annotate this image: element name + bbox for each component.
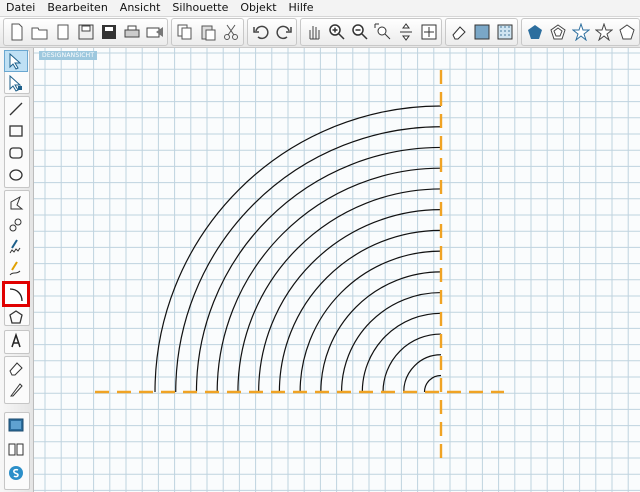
arc-shape [423,374,442,393]
arc-shape [382,333,442,393]
main-toolbar [0,17,640,48]
fit-to-page-icon[interactable] [418,21,440,43]
canvas-drawing[interactable] [34,48,640,492]
fill-tools [445,18,518,46]
arc-shape [320,271,442,393]
sun-star-icon[interactable] [593,21,615,43]
shape-tools [521,18,640,46]
zoom-in-icon[interactable] [326,21,348,43]
menu-datei[interactable]: Datei [0,0,41,16]
freehand-tool-icon[interactable] [4,236,28,258]
open-file-icon[interactable] [52,21,74,43]
send-to-silhouette-icon[interactable] [144,21,166,43]
arc-shape [154,105,442,393]
save-to-device-icon[interactable] [98,21,120,43]
menu-ansicht[interactable]: Ansicht [114,0,167,16]
print-icon[interactable] [121,21,143,43]
open-folder-icon[interactable] [29,21,51,43]
rectangle-tool-icon[interactable] [4,120,28,142]
zoom-select-icon[interactable] [372,21,394,43]
library-icon[interactable] [4,438,28,460]
regular-polygon-tool-icon[interactable] [4,306,28,328]
tool-panel [0,48,34,492]
menu-silhouette[interactable]: Silhouette [166,0,234,16]
menu-objekt[interactable]: Objekt [234,0,282,16]
redo-icon[interactable] [273,21,295,43]
star-icon[interactable] [570,21,592,43]
pentagon-alt-icon[interactable] [616,21,638,43]
ellipse-tool-icon[interactable] [4,164,28,186]
menu-bearbeiten[interactable]: Bearbeiten [41,0,113,16]
pattern-fill-icon[interactable] [494,21,516,43]
silhouette-store-icon[interactable] [4,462,28,484]
pentagon-outline-icon[interactable] [547,21,569,43]
design-view-label: DESIGNANSICHT [39,51,98,60]
line-tool-icon[interactable] [4,98,28,120]
file-tools [3,18,168,46]
undo-icon[interactable] [250,21,272,43]
clipboard-tools [171,18,244,46]
pan-hand-icon[interactable] [303,21,325,43]
eraser-icon[interactable] [448,21,470,43]
knife-tool-icon[interactable] [4,379,28,401]
smooth-freehand-tool-icon[interactable] [4,258,28,280]
arc-shape [258,209,442,393]
fill-color-icon[interactable] [471,21,493,43]
point-edit-icon[interactable] [4,72,28,94]
cut-icon[interactable] [220,21,242,43]
copy-icon[interactable] [174,21,196,43]
show-cut-area-icon[interactable] [4,414,28,436]
save-icon[interactable] [75,21,97,43]
rounded-rect-tool-icon[interactable] [4,142,28,164]
view-tools [300,18,442,46]
drag-zoom-icon[interactable] [395,21,417,43]
arc-tool-icon[interactable] [2,281,30,307]
paste-icon[interactable] [197,21,219,43]
eraser-tool-icon[interactable] [4,357,28,379]
polygon-tool-icon[interactable] [4,192,28,214]
select-arrow-icon[interactable] [4,50,28,72]
pentagon-shape-icon[interactable] [524,21,546,43]
design-canvas[interactable] [34,48,640,492]
menu-bar: Datei Bearbeiten Ansicht Silhouette Obje… [0,0,640,17]
curve-tool-icon[interactable] [4,214,28,236]
arc-shape [195,146,442,393]
zoom-out-icon[interactable] [349,21,371,43]
text-tool-icon[interactable] [4,330,28,352]
new-document-icon[interactable] [6,21,28,43]
menu-hilfe[interactable]: Hilfe [283,0,320,16]
history-tools [247,18,297,46]
arc-shape [278,229,442,393]
